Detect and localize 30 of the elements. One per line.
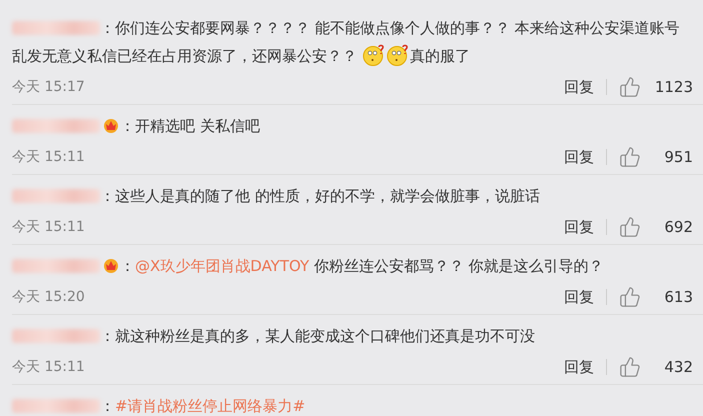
thumbs-up-icon[interactable]: [619, 286, 641, 308]
reply-link[interactable]: 回复: [564, 289, 607, 305]
thumbs-up-icon[interactable]: [619, 146, 641, 168]
thumbs-up-icon[interactable]: [619, 216, 641, 238]
reply-link[interactable]: 回复: [564, 219, 607, 235]
comment-text: ：你们连公安都要网暴？？？？ 能不能做点像个人做的事？？ 本来给这种公安渠道账号乱发无意义私信已经在占用资源了，还网暴公安？？ 真的服了: [12, 18, 681, 68]
comment-text: ：@X玖少年团肖战DAYTOY 你粉丝连公安都骂？？ 你就是这么引导的？: [12, 252, 703, 280]
confused-face-icon: [362, 44, 386, 66]
like-count: 692: [663, 218, 694, 236]
reply-link[interactable]: 回复: [564, 79, 607, 95]
like-count: 432: [663, 358, 694, 376]
thumbs-up-icon[interactable]: [619, 356, 641, 378]
comment-text: ：这些人是真的随了他 的性质，好的不学，就学会做脏事，说脏话: [12, 182, 703, 210]
comment-time: 今天 15:11: [12, 358, 86, 376]
comment-text: ：#请肖战粉丝停止网络暴力#: [12, 392, 703, 416]
like-count: 1123: [654, 78, 694, 96]
comment-time: 今天 15:11: [12, 218, 86, 236]
comment-time: 今天 15:11: [12, 148, 86, 166]
like-count: 613: [663, 288, 694, 306]
comment-text: ：开精选吧 关私信吧: [12, 112, 703, 140]
thumbs-up-icon[interactable]: [619, 76, 641, 98]
reply-link[interactable]: 回复: [564, 149, 607, 165]
comment-time: 今天 15:20: [12, 288, 86, 306]
crown-badge-icon: [102, 116, 120, 134]
confused-face-icon: [386, 44, 410, 66]
like-count: 951: [663, 148, 694, 166]
comment-text: ：就这种粉丝是真的多，某人能变成这个口碑他们还真是功不可没: [12, 322, 703, 350]
comment-time: 今天 15:17: [12, 78, 86, 96]
reply-link[interactable]: 回复: [564, 359, 607, 375]
crown-badge-icon: [102, 256, 120, 274]
